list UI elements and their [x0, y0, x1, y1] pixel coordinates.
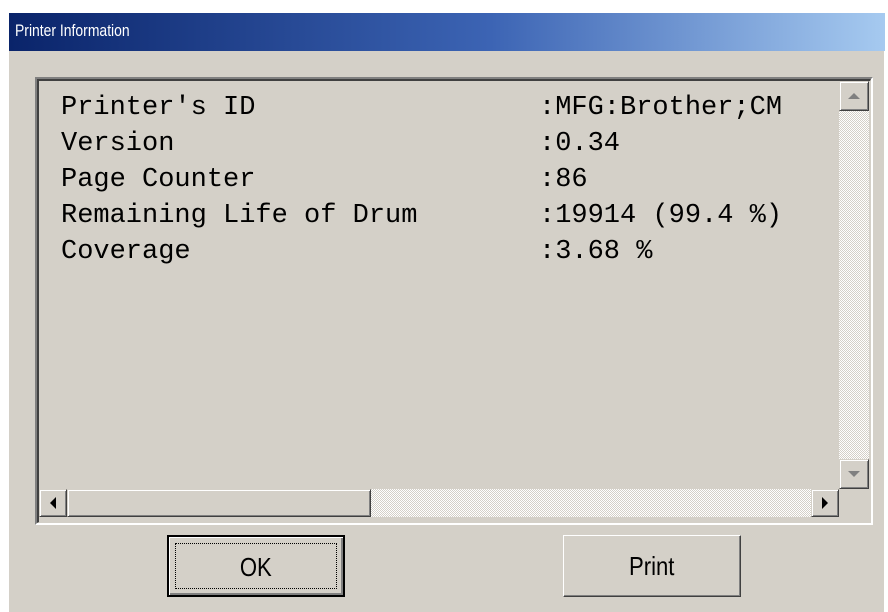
- horizontal-scroll-thumb[interactable]: [67, 489, 371, 517]
- scroll-down-button[interactable]: [839, 459, 869, 489]
- info-value: :0.34: [539, 129, 621, 159]
- scroll-left-button[interactable]: [39, 489, 67, 517]
- info-value: :86: [539, 165, 588, 195]
- arrow-down-icon: [848, 471, 860, 477]
- scrollbar-corner: [839, 489, 869, 517]
- info-label: Remaining Life of Drum: [61, 201, 418, 231]
- printer-information-dialog: Printer Information Printer's ID :MFG:Br…: [8, 12, 885, 612]
- arrow-up-icon: [848, 93, 860, 99]
- info-label: Coverage: [61, 237, 191, 267]
- scroll-right-button[interactable]: [811, 489, 839, 517]
- info-value: :19914 (99.4 %): [539, 201, 783, 231]
- title-bar[interactable]: Printer Information: [9, 13, 885, 51]
- info-value: :MFG:Brother;CM: [539, 93, 783, 123]
- arrow-right-icon: [822, 497, 828, 509]
- info-list: Printer's ID :MFG:Brother;CM Version :0.…: [39, 81, 839, 489]
- window-title: Printer Information: [15, 21, 130, 40]
- print-button-label: Print: [629, 551, 675, 581]
- arrow-left-icon: [50, 497, 56, 509]
- info-label: Version: [61, 129, 175, 159]
- print-button[interactable]: Print: [563, 535, 741, 597]
- info-value: :3.68 %: [539, 237, 653, 267]
- horizontal-scrollbar[interactable]: [39, 489, 839, 517]
- scroll-up-button[interactable]: [839, 81, 869, 111]
- info-listbox[interactable]: Printer's ID :MFG:Brother;CM Version :0.…: [35, 77, 873, 525]
- info-label: Printer's ID: [61, 93, 256, 123]
- vertical-scrollbar[interactable]: [839, 81, 869, 489]
- ok-button[interactable]: OK: [167, 535, 345, 597]
- info-label: Page Counter: [61, 165, 256, 195]
- ok-button-label: OK: [240, 552, 272, 582]
